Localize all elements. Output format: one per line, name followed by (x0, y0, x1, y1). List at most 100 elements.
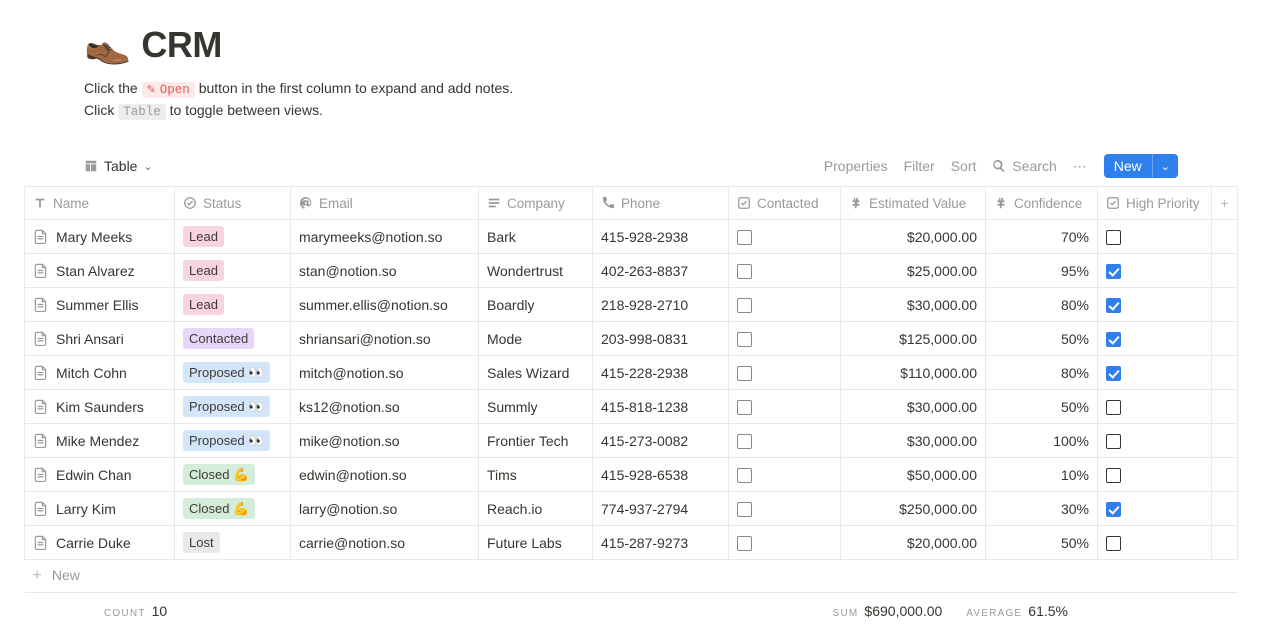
estimated-value-cell[interactable]: $50,000.00 (841, 458, 986, 492)
estimated-value-cell[interactable]: $250,000.00 (841, 492, 986, 526)
confidence-cell[interactable]: 70% (986, 220, 1098, 254)
contacted-checkbox[interactable] (737, 366, 752, 381)
table-row[interactable]: Edwin ChanClosed 💪edwin@notion.soTims415… (25, 458, 1238, 492)
high-priority-checkbox[interactable] (1106, 366, 1121, 381)
status-tag[interactable]: Closed 💪 (183, 464, 255, 485)
company-cell[interactable]: Future Labs (479, 526, 593, 560)
status-tag[interactable]: Contacted (183, 328, 254, 349)
contacted-checkbox[interactable] (737, 264, 752, 279)
status-tag[interactable]: Lead (183, 260, 224, 281)
company-cell[interactable]: Mode (479, 322, 593, 356)
name-cell[interactable]: Stan Alvarez (33, 263, 166, 279)
high-priority-checkbox[interactable] (1106, 298, 1121, 313)
high-priority-checkbox[interactable] (1106, 502, 1121, 517)
name-cell[interactable]: Summer Ellis (33, 297, 166, 313)
search-button[interactable]: Search (992, 158, 1056, 174)
company-cell[interactable]: Wondertrust (479, 254, 593, 288)
confidence-cell[interactable]: 10% (986, 458, 1098, 492)
col-company[interactable]: Company (479, 187, 593, 220)
status-tag[interactable]: Proposed 👀 (183, 396, 270, 417)
confidence-cell[interactable]: 80% (986, 356, 1098, 390)
email-cell[interactable]: mitch@notion.so (291, 356, 479, 390)
high-priority-checkbox[interactable] (1106, 332, 1121, 347)
email-cell[interactable]: carrie@notion.so (291, 526, 479, 560)
table-row[interactable]: Mike MendezProposed 👀mike@notion.soFront… (25, 424, 1238, 458)
confidence-cell[interactable]: 50% (986, 526, 1098, 560)
high-priority-checkbox[interactable] (1106, 264, 1121, 279)
contacted-checkbox[interactable] (737, 230, 752, 245)
confidence-cell[interactable]: 95% (986, 254, 1098, 288)
table-row[interactable]: Larry Kim Closed 💪 larry@notion.soReach.io… (25, 492, 1238, 526)
estimated-value-cell[interactable]: $20,000.00 (841, 220, 986, 254)
confidence-cell[interactable]: 50% (986, 322, 1098, 356)
more-menu[interactable]: ⋯ (1073, 158, 1088, 175)
phone-cell[interactable]: 774-937-2794 (593, 492, 729, 526)
status-tag[interactable]: Closed 💪 (183, 498, 255, 519)
table-row[interactable]: Carrie Duke Lost carrie@notion.soFuture La… (25, 526, 1238, 560)
name-cell[interactable]: Larry Kim (33, 501, 166, 517)
email-cell[interactable]: marymeeks@notion.so (291, 220, 479, 254)
name-cell[interactable]: Mike Mendez (33, 433, 166, 449)
col-estimated-value[interactable]: Estimated Value (841, 187, 986, 220)
estimated-value-cell[interactable]: $125,000.00 (841, 322, 986, 356)
estimated-value-cell[interactable]: $30,000.00 (841, 424, 986, 458)
view-switcher[interactable]: Table ⌄ (84, 158, 153, 174)
new-row-button[interactable]: +New (25, 560, 1238, 593)
col-confidence[interactable]: Confidence (986, 187, 1098, 220)
high-priority-checkbox[interactable] (1106, 230, 1121, 245)
name-cell[interactable]: Carrie Duke (33, 535, 166, 551)
status-tag[interactable]: Proposed 👀 (183, 362, 270, 383)
name-cell[interactable]: Edwin Chan (33, 467, 166, 483)
properties-button[interactable]: Properties (824, 158, 888, 174)
confidence-cell[interactable]: 80% (986, 288, 1098, 322)
col-phone[interactable]: Phone (593, 187, 729, 220)
company-cell[interactable]: Summly (479, 390, 593, 424)
estimated-value-cell[interactable]: $30,000.00 (841, 288, 986, 322)
company-cell[interactable]: Reach.io (479, 492, 593, 526)
phone-cell[interactable]: 203-998-0831 (593, 322, 729, 356)
col-email[interactable]: Email (291, 187, 479, 220)
company-cell[interactable]: Tims (479, 458, 593, 492)
name-cell[interactable]: Shri Ansari (33, 331, 166, 347)
estimated-value-cell[interactable]: $30,000.00 (841, 390, 986, 424)
filter-button[interactable]: Filter (904, 158, 935, 174)
company-cell[interactable]: Frontier Tech (479, 424, 593, 458)
high-priority-checkbox[interactable] (1106, 400, 1121, 415)
phone-cell[interactable]: 402-263-8837 (593, 254, 729, 288)
status-tag[interactable]: Lead (183, 294, 224, 315)
contacted-checkbox[interactable] (737, 468, 752, 483)
name-cell[interactable]: Kim Saunders (33, 399, 166, 415)
new-button-dropdown[interactable]: ⌄ (1152, 154, 1178, 178)
new-button[interactable]: New ⌄ (1104, 154, 1178, 178)
page-title[interactable]: CRM (141, 24, 221, 66)
table-row[interactable]: Shri AnsariContactedshriansari@notion.so… (25, 322, 1238, 356)
contacted-checkbox[interactable] (737, 298, 752, 313)
phone-cell[interactable]: 218-928-2710 (593, 288, 729, 322)
phone-cell[interactable]: 415-228-2938 (593, 356, 729, 390)
status-tag[interactable]: Lost (183, 532, 220, 553)
col-name[interactable]: Name (25, 187, 175, 220)
table-row[interactable]: Mitch CohnProposed 👀mitch@notion.soSales… (25, 356, 1238, 390)
phone-cell[interactable]: 415-928-6538 (593, 458, 729, 492)
high-priority-checkbox[interactable] (1106, 434, 1121, 449)
company-cell[interactable]: Sales Wizard (479, 356, 593, 390)
status-tag[interactable]: Lead (183, 226, 224, 247)
company-cell[interactable]: Bark (479, 220, 593, 254)
table-row[interactable]: Summer EllisLeadsummer.ellis@notion.soBo… (25, 288, 1238, 322)
sort-button[interactable]: Sort (951, 158, 977, 174)
confidence-cell[interactable]: 100% (986, 424, 1098, 458)
contacted-checkbox[interactable] (737, 434, 752, 449)
confidence-cell[interactable]: 30% (986, 492, 1098, 526)
contacted-checkbox[interactable] (737, 536, 752, 551)
col-high-priority[interactable]: High Priority (1098, 187, 1212, 220)
name-cell[interactable]: Mary Meeks (33, 229, 166, 245)
high-priority-checkbox[interactable] (1106, 536, 1121, 551)
phone-cell[interactable]: 415-273-0082 (593, 424, 729, 458)
col-status[interactable]: Status (175, 187, 291, 220)
contacted-checkbox[interactable] (737, 502, 752, 517)
table-row[interactable]: Kim SaundersProposed 👀ks12@notion.soSumm… (25, 390, 1238, 424)
estimated-value-cell[interactable]: $25,000.00 (841, 254, 986, 288)
phone-cell[interactable]: 415-818-1238 (593, 390, 729, 424)
high-priority-checkbox[interactable] (1106, 468, 1121, 483)
email-cell[interactable]: larry@notion.so (291, 492, 479, 526)
